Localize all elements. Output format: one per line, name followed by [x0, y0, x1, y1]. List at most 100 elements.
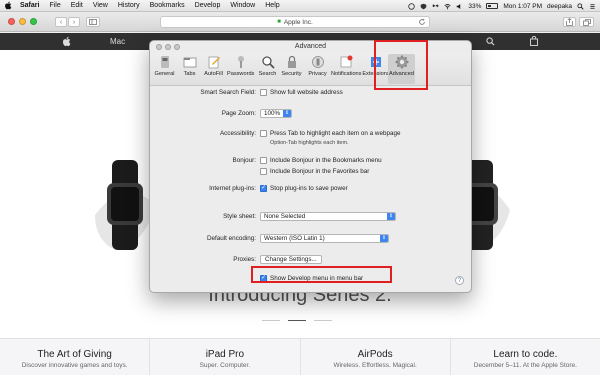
sidebar-icon	[89, 19, 97, 25]
stylesheet-value: None Selected	[264, 213, 306, 220]
plugins-label: Internet plug-ins:	[209, 185, 256, 192]
menu-safari[interactable]: Safari	[20, 2, 39, 9]
share-button[interactable]	[563, 17, 576, 27]
dropbox-icon[interactable]	[432, 3, 440, 10]
bonjour-bookmarks-checkbox[interactable]	[260, 157, 267, 164]
accessibility-note: Option-Tab highlights each item.	[270, 140, 349, 146]
menubar-clock[interactable]: Mon 1:07 PM	[503, 3, 542, 10]
tab-general[interactable]: General	[151, 54, 178, 84]
battery-icon[interactable]	[486, 3, 499, 9]
notification-center-icon[interactable]	[589, 3, 596, 10]
carousel-dot[interactable]	[262, 320, 280, 321]
menu-help[interactable]: Help	[265, 2, 279, 9]
stop-plugins-checkbox[interactable]	[260, 184, 267, 192]
key-icon	[237, 56, 244, 68]
forward-button[interactable]: ›	[68, 17, 80, 27]
show-full-address-checkbox[interactable]	[260, 89, 267, 96]
encoding-value: Western (ISO Latin 1)	[264, 235, 325, 242]
chevron-updown-icon: ⇕	[387, 213, 395, 220]
magnifier-icon	[261, 56, 275, 69]
wifi-icon[interactable]	[444, 3, 451, 10]
page-zoom-label: Page Zoom:	[221, 110, 256, 117]
spotlight-search-icon[interactable]	[577, 2, 584, 10]
promo-title: The Art of Giving	[37, 349, 112, 360]
tab-label: Search	[258, 71, 277, 77]
promo-learn-to-code[interactable]: Learn to code. December 5–11. At the App…	[451, 339, 600, 375]
macos-menu-bar: Safari File Edit View History Bookmarks …	[0, 0, 600, 12]
promo-art-of-giving[interactable]: The Art of Giving Discover innovative ga…	[0, 339, 151, 375]
press-tab-label: Press Tab to highlight each item on a we…	[270, 130, 401, 137]
tab-notifications[interactable]: Notifications	[331, 54, 361, 84]
menu-develop[interactable]: Develop	[195, 2, 221, 9]
share-icon	[566, 18, 573, 26]
show-full-address-label: Show full website address	[270, 89, 343, 96]
volume-icon[interactable]	[456, 3, 463, 10]
proxies-label: Proxies:	[233, 256, 256, 263]
apple-logo-icon[interactable]	[62, 36, 71, 47]
site-search-icon[interactable]	[486, 37, 495, 46]
encoding-select[interactable]: Western (ISO Latin 1) ⇕	[260, 234, 389, 243]
tab-label: Notifications	[331, 71, 362, 77]
page-zoom-select[interactable]: 100% ⇕	[260, 109, 292, 118]
battery-percent: 33%	[468, 2, 482, 10]
menu-window[interactable]: Window	[230, 2, 255, 9]
change-settings-button[interactable]: Change Settings...	[260, 255, 322, 264]
apple-menu-icon[interactable]	[4, 1, 12, 10]
stylesheet-select[interactable]: None Selected ⇕	[260, 212, 396, 221]
hand-icon	[311, 56, 324, 68]
back-button[interactable]: ‹	[55, 17, 67, 27]
menubar-user[interactable]: deepaka	[547, 3, 572, 10]
reload-icon[interactable]	[418, 18, 426, 26]
bonjour-row-2: Include Bonjour in the Favorites bar	[150, 166, 471, 177]
tab-search[interactable]: Search	[254, 54, 281, 84]
minimize-window-button[interactable]	[19, 18, 26, 25]
page-zoom-value: 100%	[264, 110, 281, 117]
menu-edit[interactable]: Edit	[71, 2, 83, 9]
accessibility-row: Accessibility: Press Tab to highlight ea…	[150, 128, 471, 139]
promo-title: AirPods	[357, 349, 393, 360]
promo-airpods[interactable]: AirPods Wireless. Effortless. Magical.	[301, 339, 451, 375]
accessibility-label: Accessibility:	[219, 130, 256, 137]
develop-option-highlight	[251, 266, 392, 283]
sidebar-toggle-button[interactable]	[86, 17, 100, 27]
lock-icon: ■	[277, 19, 281, 25]
bonjour-row: Bonjour: Include Bonjour in the Bookmark…	[150, 155, 471, 166]
smart-search-label: Smart Search Field:	[200, 89, 256, 96]
tab-autofill[interactable]: AutoFill	[200, 54, 227, 84]
bonjour-favorites-checkbox[interactable]	[260, 168, 267, 175]
menu-file[interactable]: File	[49, 2, 60, 9]
creative-cloud-icon[interactable]	[408, 2, 416, 10]
shield-icon[interactable]	[420, 3, 427, 10]
menu-bookmarks[interactable]: Bookmarks	[150, 2, 185, 9]
menu-extras: 33% Mon 1:07 PM deepaka	[408, 0, 596, 12]
tab-label: Passwords	[227, 71, 255, 77]
menu-view[interactable]: View	[93, 2, 108, 9]
tab-passwords[interactable]: Passwords	[227, 54, 254, 84]
tab-label: General	[154, 71, 175, 77]
page-zoom-row: Page Zoom: 100% ⇕	[150, 108, 471, 119]
carousel-dot-active[interactable]	[288, 320, 306, 321]
promo-title: iPad Pro	[205, 349, 245, 360]
tab-label: Tabs	[183, 71, 196, 77]
promo-ipad-pro[interactable]: iPad Pro Super. Computer.	[150, 339, 301, 375]
stylesheet-label: Style sheet:	[223, 213, 256, 220]
tabs-overview-button[interactable]	[579, 17, 594, 27]
zoom-window-button[interactable]	[30, 18, 37, 25]
menu-history[interactable]: History	[118, 2, 140, 9]
shopping-bag-icon[interactable]	[530, 36, 538, 46]
promo-title: Learn to code.	[493, 349, 558, 360]
encoding-label: Default encoding:	[206, 235, 256, 242]
nav-mac-link[interactable]: Mac	[110, 37, 125, 46]
address-bar[interactable]: ■ Apple Inc.	[160, 16, 430, 28]
help-button[interactable]: ?	[455, 276, 464, 285]
tab-security[interactable]: Security	[278, 54, 305, 84]
carousel-dot[interactable]	[314, 320, 332, 321]
press-tab-checkbox[interactable]	[260, 130, 267, 137]
promo-strip: The Art of Giving Discover innovative ga…	[0, 338, 600, 375]
close-window-button[interactable]	[8, 18, 15, 25]
bonjour-favorites-label: Include Bonjour in the Favorites bar	[270, 168, 370, 175]
pencil-form-icon	[208, 56, 220, 69]
tab-tabs[interactable]: Tabs	[176, 54, 203, 84]
chevron-updown-icon: ⇕	[380, 235, 388, 242]
tab-privacy[interactable]: Privacy	[304, 54, 331, 84]
